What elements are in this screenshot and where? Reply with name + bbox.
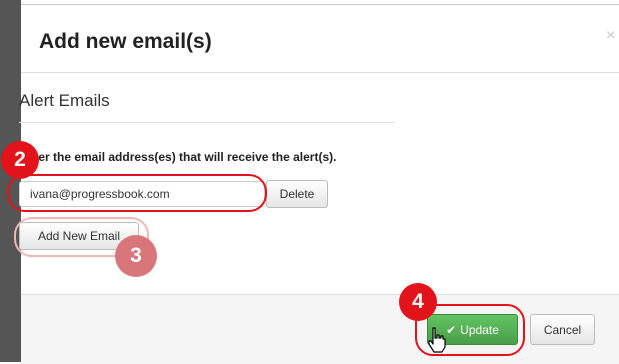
modal-backdrop bbox=[0, 0, 21, 362]
check-icon: ✔ bbox=[446, 322, 457, 337]
instruction-text: Enter the email address(es) that will re… bbox=[19, 150, 337, 164]
email-input[interactable] bbox=[19, 181, 265, 207]
step-4-badge: 4 bbox=[399, 283, 437, 321]
update-label: Update bbox=[460, 322, 499, 337]
close-icon[interactable]: × bbox=[606, 27, 618, 43]
dialog-title: Add new email(s) bbox=[39, 30, 212, 53]
section-divider bbox=[19, 122, 394, 123]
section-title: Alert Emails bbox=[19, 91, 110, 110]
dialog-header: Add new email(s) × bbox=[21, 5, 619, 73]
cancel-button[interactable]: Cancel bbox=[530, 314, 595, 345]
delete-button[interactable]: Delete bbox=[266, 180, 328, 208]
hand-cursor-icon bbox=[428, 327, 446, 353]
step-2-badge: 2 bbox=[1, 141, 39, 179]
step-3-badge: 3 bbox=[115, 235, 157, 277]
